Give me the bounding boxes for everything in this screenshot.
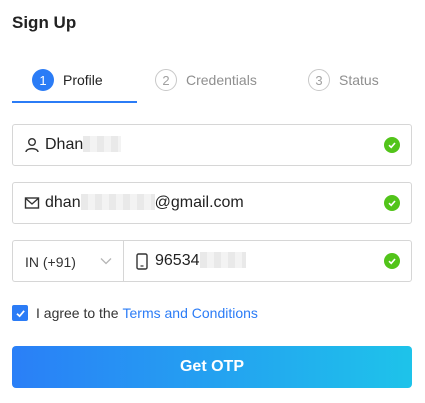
terms-checkbox[interactable] <box>12 305 28 321</box>
active-step-indicator <box>12 101 137 103</box>
stepper: 1 Profile 2 Credentials 3 Status <box>12 66 412 104</box>
mobile-phone-icon <box>136 253 148 270</box>
name-field[interactable]: Dhan <box>12 124 412 166</box>
terms-agreement: I agree to the Terms and Conditions <box>12 305 258 321</box>
step-number: 1 <box>32 69 54 91</box>
phone-field[interactable]: 96534 <box>123 240 412 282</box>
valid-check-icon <box>384 137 400 153</box>
name-value: Dhan <box>45 136 122 154</box>
get-otp-button[interactable]: Get OTP <box>12 346 412 388</box>
redacted-text <box>80 194 155 210</box>
terms-link[interactable]: Terms and Conditions <box>123 305 258 321</box>
terms-label: I agree to the <box>36 305 119 321</box>
phone-input-group: IN (+91) 96534 <box>12 240 412 282</box>
valid-check-icon <box>384 195 400 211</box>
chevron-down-icon <box>100 258 112 265</box>
step-credentials[interactable]: 2 Credentials <box>155 66 257 94</box>
email-value: dhan @gmail.com <box>45 194 244 211</box>
page-title: Sign Up <box>12 13 77 32</box>
redacted-text <box>83 136 122 152</box>
step-label: Profile <box>63 72 103 88</box>
step-number: 3 <box>308 69 330 91</box>
mail-icon <box>24 197 40 209</box>
step-status[interactable]: 3 Status <box>308 66 379 94</box>
user-icon <box>25 138 39 153</box>
country-code-value: IN (+91) <box>25 254 76 270</box>
email-field[interactable]: dhan @gmail.com <box>12 182 412 224</box>
valid-check-icon <box>384 253 400 269</box>
step-number: 2 <box>155 69 177 91</box>
step-label: Status <box>339 72 379 88</box>
country-code-select[interactable]: IN (+91) <box>12 240 124 282</box>
step-label: Credentials <box>186 72 257 88</box>
phone-value: 96534 <box>155 252 246 270</box>
redacted-text <box>199 252 246 268</box>
step-profile[interactable]: 1 Profile <box>32 66 103 94</box>
